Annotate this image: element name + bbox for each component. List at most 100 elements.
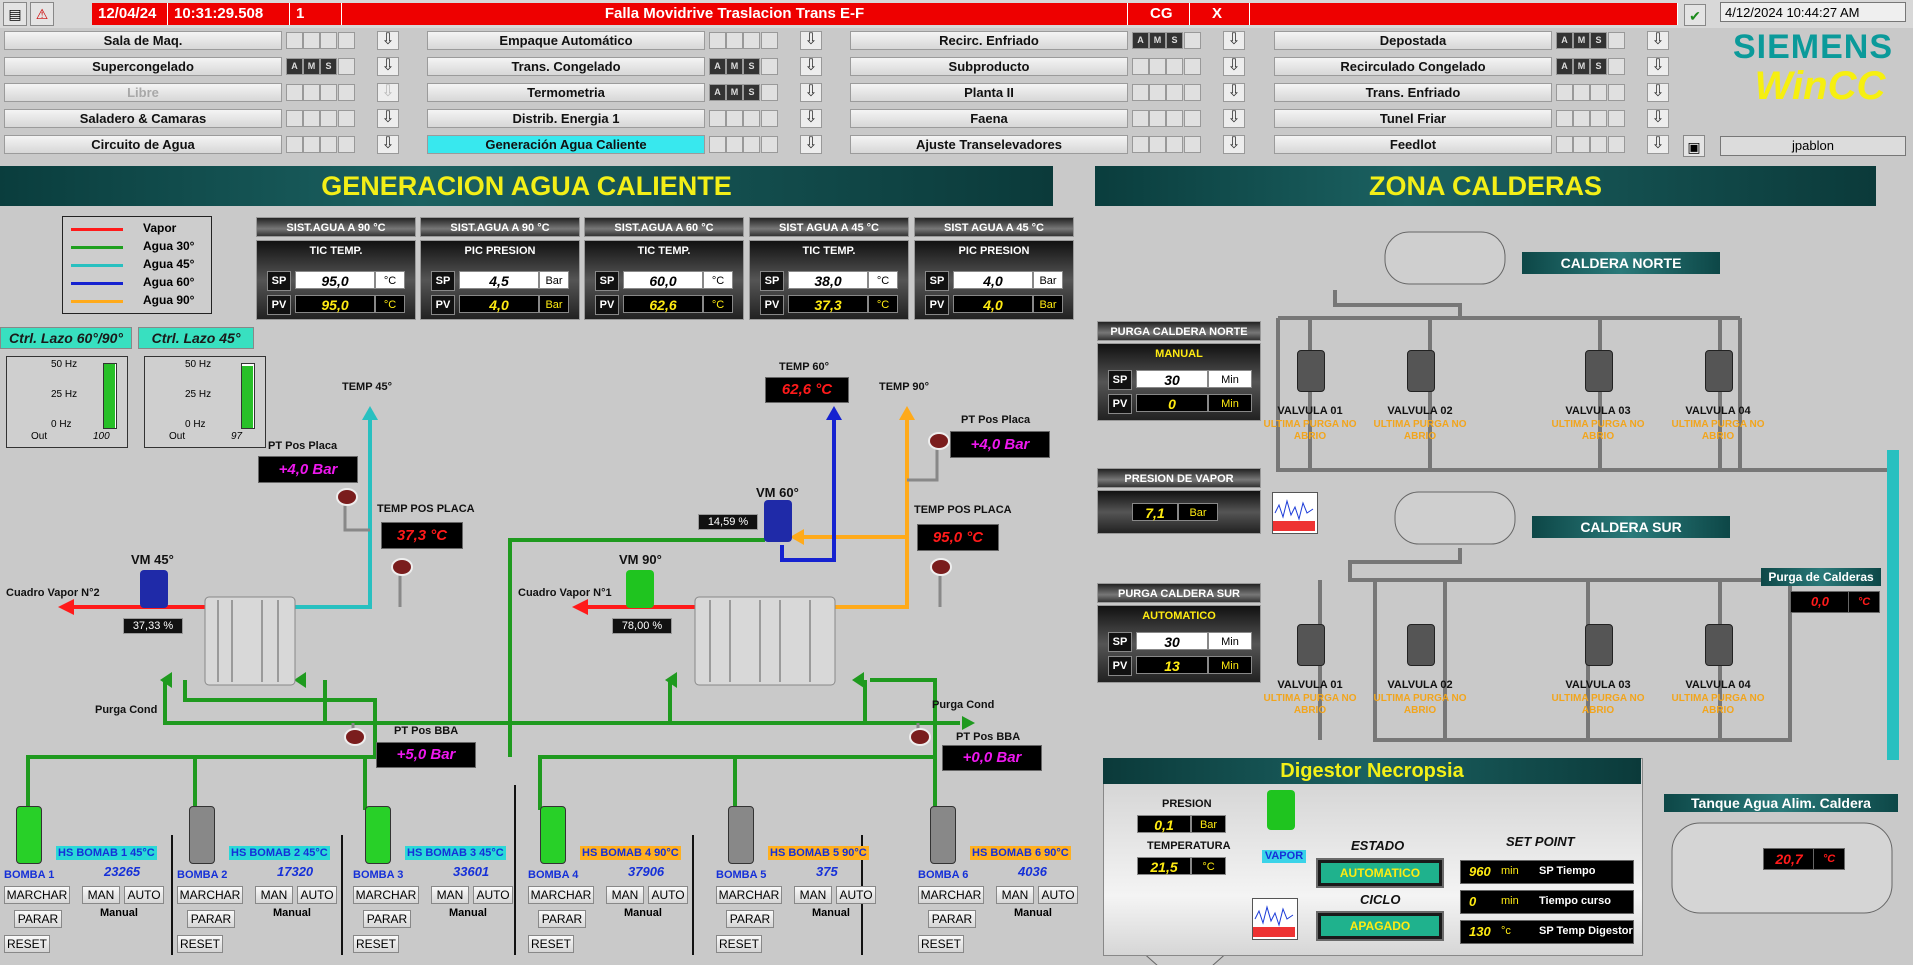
loop-panel[interactable]: PIC PRESION SP 4,5 Bar PV 4,0 Bar — [420, 240, 580, 320]
hz-label: 0 Hz — [51, 419, 72, 430]
temp-pos-placa-right-label: TEMP POS PLACA — [914, 504, 1012, 516]
auto-button[interactable]: AUTO — [836, 886, 876, 904]
parar-button[interactable]: PARAR — [538, 910, 586, 928]
sp-value[interactable]: 4,0 — [953, 271, 1033, 289]
pt-pos-bba-right-value: +0,0 Bar — [942, 745, 1042, 771]
pressure-sensor-icon[interactable] — [928, 432, 950, 450]
legend-swatch — [71, 300, 123, 303]
sp-value[interactable]: 30 — [1136, 370, 1208, 388]
pressure-sensor-icon[interactable] — [336, 488, 358, 506]
marchar-button[interactable]: MARCHAR — [353, 886, 419, 904]
sp-value[interactable]: 60,0 — [623, 271, 703, 289]
pump-hours-tag: HS BOMAB 6 90°C — [970, 846, 1071, 860]
reset-button[interactable]: RESET — [177, 935, 223, 953]
purga-calderas-label: Purga de Calderas — [1761, 568, 1881, 586]
auto-button[interactable]: AUTO — [473, 886, 513, 904]
ctrl-lazo-button[interactable]: Ctrl. Lazo 60°/90° — [0, 327, 132, 349]
purge-valve-icon[interactable] — [1407, 624, 1435, 666]
reset-button[interactable]: RESET — [4, 935, 50, 953]
reset-button[interactable]: RESET — [716, 935, 762, 953]
valve-name: VALVULA 01 — [1277, 679, 1343, 691]
purge-valve-icon[interactable] — [1297, 624, 1325, 666]
man-button[interactable]: MAN — [82, 886, 120, 904]
man-button[interactable]: MAN — [996, 886, 1034, 904]
control-valve-icon[interactable] — [1267, 790, 1295, 830]
man-button[interactable]: MAN — [431, 886, 469, 904]
purge-valve-icon[interactable] — [1585, 350, 1613, 392]
control-valve-icon[interactable] — [140, 570, 168, 608]
ciclo-button[interactable]: APAGADO — [1316, 911, 1444, 941]
sp-unit: °C — [868, 271, 898, 289]
parar-button[interactable]: PARAR — [187, 910, 235, 928]
setpoint-row[interactable]: 960 min SP Tiempo — [1460, 860, 1634, 884]
hz-label: 50 Hz — [51, 359, 78, 370]
marchar-button[interactable]: MARCHAR — [716, 886, 782, 904]
man-button[interactable]: MAN — [255, 886, 293, 904]
ctrl-lazo-button[interactable]: Ctrl. Lazo 45° — [138, 327, 254, 349]
pressure-sensor-icon[interactable] — [344, 728, 366, 746]
marchar-button[interactable]: MARCHAR — [528, 886, 594, 904]
pump-icon[interactable] — [540, 806, 566, 864]
pump-icon[interactable] — [16, 806, 42, 864]
setpoint-row[interactable]: 0 min Tiempo curso — [1460, 890, 1634, 914]
sp-label: SP — [1108, 370, 1132, 390]
purge-valve-icon[interactable] — [1297, 350, 1325, 392]
pump-hours-tag: HS BOMAB 3 45°C — [405, 846, 506, 860]
parar-button[interactable]: PARAR — [14, 910, 62, 928]
sp-label: SP — [431, 271, 455, 291]
presion-vapor-panel: 7,1 Bar — [1097, 490, 1261, 534]
sp-value[interactable]: 30 — [1136, 632, 1208, 650]
pump-hours-tag: HS BOMAB 2 45°C — [229, 846, 330, 860]
purga-cond-right-label: Purga Cond — [932, 699, 995, 711]
loop-panel[interactable]: TIC TEMP. SP 95,0 °C PV 95,0 °C — [256, 240, 416, 320]
auto-button[interactable]: AUTO — [1038, 886, 1078, 904]
reset-button[interactable]: RESET — [918, 935, 964, 953]
auto-button[interactable]: AUTO — [648, 886, 688, 904]
valve-name: VALVULA 01 — [1277, 405, 1343, 417]
reset-button[interactable]: RESET — [353, 935, 399, 953]
man-button[interactable]: MAN — [794, 886, 832, 904]
marchar-button[interactable]: MARCHAR — [177, 886, 243, 904]
loop-tag: PIC PRESION — [464, 245, 536, 257]
auto-button[interactable]: AUTO — [124, 886, 164, 904]
reset-button[interactable]: RESET — [528, 935, 574, 953]
trend-icon[interactable] — [1272, 492, 1318, 534]
temp-sensor-icon[interactable] — [930, 558, 952, 576]
pump-icon[interactable] — [930, 806, 956, 864]
pump-icon[interactable] — [728, 806, 754, 864]
pump-icon[interactable] — [189, 806, 215, 864]
pump-icon[interactable] — [365, 806, 391, 864]
estado-button[interactable]: AUTOMATICO — [1316, 858, 1444, 888]
purge-valve-icon[interactable] — [1407, 350, 1435, 392]
marchar-button[interactable]: MARCHAR — [918, 886, 984, 904]
purga-panel[interactable]: MANUAL SP 30 Min PV 0 Min — [1097, 343, 1261, 421]
loop-panel[interactable]: TIC TEMP. SP 60,0 °C PV 62,6 °C — [584, 240, 744, 320]
setpoint-value: 130 — [1469, 924, 1491, 939]
pressure-sensor-icon[interactable] — [909, 728, 931, 746]
trend-icon[interactable] — [1252, 898, 1298, 940]
control-valve-icon[interactable] — [764, 500, 792, 542]
loop-panel[interactable]: TIC TEMP. SP 38,0 °C PV 37,3 °C — [749, 240, 909, 320]
parar-button[interactable]: PARAR — [726, 910, 774, 928]
purge-valve-icon[interactable] — [1705, 624, 1733, 666]
auto-button[interactable]: AUTO — [297, 886, 337, 904]
sp-value[interactable]: 38,0 — [788, 271, 868, 289]
purge-valve-icon[interactable] — [1705, 350, 1733, 392]
marchar-button[interactable]: MARCHAR — [4, 886, 70, 904]
control-valve-icon[interactable] — [626, 570, 654, 608]
parar-button[interactable]: PARAR — [363, 910, 411, 928]
sp-value[interactable]: 4,5 — [459, 271, 539, 289]
pv-value: 95,0 — [295, 295, 375, 313]
valve-status: ULTIMA PURGA NO ABRIO — [1551, 419, 1645, 442]
pt-pos-bba-right-label: PT Pos BBA — [956, 731, 1021, 743]
pv-value: 4,0 — [459, 295, 539, 313]
setpoint-row[interactable]: 130 °c SP Temp Digestor — [1460, 920, 1634, 944]
sp-value[interactable]: 95,0 — [295, 271, 375, 289]
loop-panel[interactable]: PIC PRESION SP 4,0 Bar PV 4,0 Bar — [914, 240, 1074, 320]
purge-valve-icon[interactable] — [1585, 624, 1613, 666]
parar-button[interactable]: PARAR — [928, 910, 976, 928]
purga-panel[interactable]: AUTOMATICO SP 30 Min PV 13 Min — [1097, 605, 1261, 683]
temp-sensor-icon[interactable] — [391, 558, 413, 576]
man-button[interactable]: MAN — [606, 886, 644, 904]
pv-unit: °C — [868, 295, 898, 313]
